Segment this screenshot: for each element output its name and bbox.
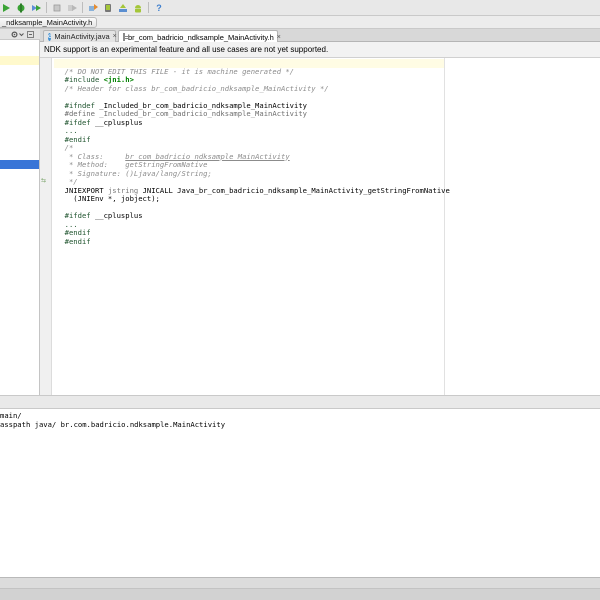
code-line-8[interactable]: ... [56, 119, 78, 135]
comment: * Signature: ()Ljava/lang/String; [64, 168, 212, 178]
status-bar-strip [0, 588, 600, 600]
toolbar-separator [148, 2, 149, 13]
editor-tab-bar: c MainActivity.java × br_com_badricio_nd… [40, 29, 600, 43]
right-margin-guide [444, 58, 445, 395]
debug-icon[interactable] [16, 3, 26, 13]
code-line-3: /* Header for class br_com_badricio_ndks… [56, 76, 329, 93]
tab-mainactivity-java[interactable]: c MainActivity.java × [43, 30, 117, 42]
code-line-10: /* [56, 136, 74, 152]
code-line-18: #ifdef __cplusplus [56, 204, 143, 220]
help-icon[interactable]: ? [154, 3, 164, 13]
error-stripe[interactable] [589, 58, 599, 395]
tree-item-highlighted[interactable] [0, 56, 39, 65]
function-declaration: JNICALL Java_br_com_badricio_ndksample_M… [142, 185, 450, 195]
macro-name: __cplusplus [94, 117, 143, 127]
navigation-bar: _ndksample_MainActivity.h [0, 16, 600, 29]
sdk-manager-icon[interactable] [118, 3, 128, 13]
code-line-15: JNIEXPORT jstring JNICALL Java_br_com_ba… [56, 178, 450, 195]
code-line-20: #endif [56, 221, 91, 237]
line-gutter[interactable] [40, 58, 52, 395]
panel-settings-icon[interactable] [11, 31, 18, 38]
code-line-14: */ [56, 170, 78, 186]
toolbar-separator [46, 2, 47, 13]
header-file-icon [123, 33, 128, 41]
code-line-21: #endif [56, 229, 91, 246]
status-bar [0, 577, 600, 600]
run-icon[interactable] [1, 3, 11, 13]
android-icon[interactable] [133, 3, 143, 13]
rerun-icon[interactable] [67, 3, 77, 13]
code-line-12: * Method: getStringFromNative [56, 153, 208, 169]
macro-name: __cplusplus [94, 211, 143, 220]
code-line-13: * Signature: ()Ljava/lang/String; [56, 161, 212, 178]
code-line-16: (JNIEnv *, jobject); [56, 187, 160, 203]
close-icon[interactable]: × [113, 33, 117, 40]
tab-label: MainActivity.java [54, 32, 110, 41]
close-icon[interactable]: × [277, 34, 281, 41]
project-panel-header [0, 29, 40, 40]
code-line-11: * Class: br_com_badricio_ndksample_MainA… [56, 144, 290, 161]
stop-icon[interactable] [52, 3, 62, 13]
toolbar-separator [82, 2, 83, 13]
project-panel [0, 29, 40, 395]
attach-debugger-icon[interactable] [31, 3, 41, 13]
ndk-warning-banner: NDK support is an experimental feature a… [40, 42, 600, 58]
collapse-icon[interactable] [27, 31, 34, 38]
comment: /* Header for class br_com_badricio_ndks… [64, 83, 329, 93]
code-line-2: #include <jni.h> [56, 68, 134, 84]
breadcrumb[interactable]: _ndksample_MainActivity.h [0, 17, 98, 28]
avd-manager-icon[interactable] [103, 3, 113, 13]
tab-label: br_com_badricio_ndksample_MainActivity.h [128, 32, 274, 42]
sync-project-icon[interactable] [88, 3, 98, 13]
code-line-5: #ifndef _Included_br_com_badricio_ndksam… [56, 93, 307, 110]
code-line-6: #define _Included_br_com_badricio_ndksam… [56, 102, 307, 118]
main-toolbar: ? [0, 0, 600, 16]
class-icon: c [48, 32, 52, 41]
code-line-7: #ifdef __cplusplus [56, 110, 143, 127]
console-line: asspath java/ br.com.badricio.ndksample.… [0, 420, 226, 429]
directive: #endif [64, 236, 91, 246]
parameter-list: (JNIEnv *, jobject); [64, 194, 160, 203]
tree-item-selected[interactable] [0, 160, 39, 169]
chevron-down-icon[interactable] [18, 31, 25, 38]
related-symbol-icon[interactable]: ⇆ [41, 177, 46, 184]
code-line-1: /* DO NOT EDIT THIS FILE - it is machine… [56, 59, 294, 76]
code-line-9: #endif [56, 127, 91, 144]
console-line: main/ [0, 411, 22, 420]
terminal-output[interactable]: main/ asspath java/ br.com.badricio.ndks… [0, 409, 600, 577]
code-line-19[interactable]: ... [56, 212, 78, 229]
tool-window-splitter[interactable] [0, 395, 600, 409]
